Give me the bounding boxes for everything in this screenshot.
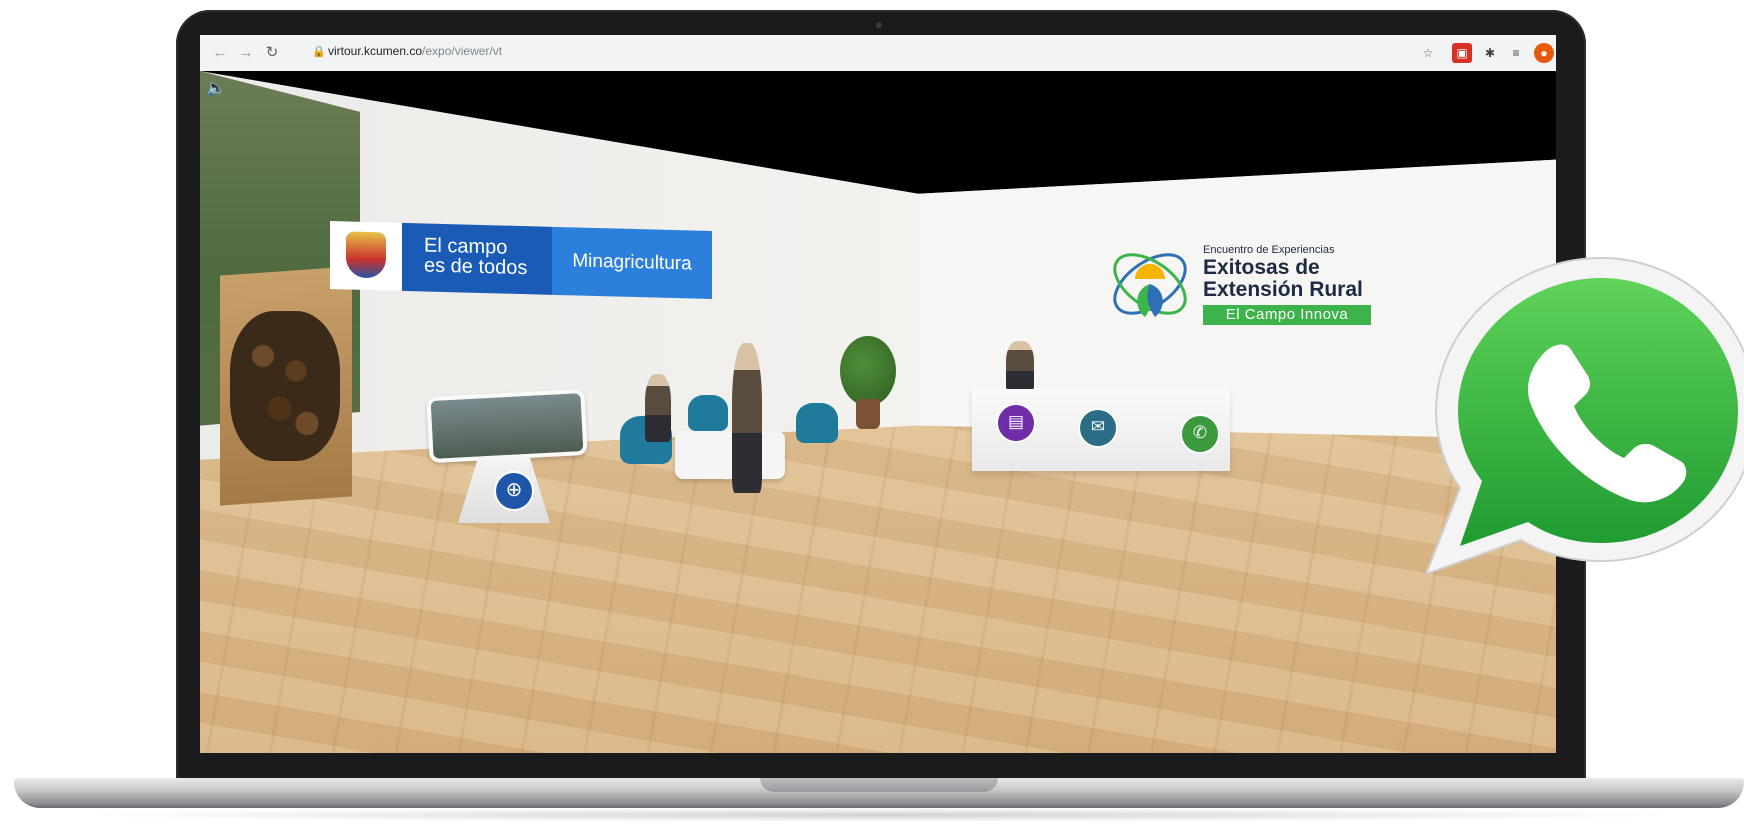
lock-icon[interactable]: 🔒 <box>312 45 326 61</box>
laptop-camera <box>876 22 882 28</box>
url-path: /expo/viewer/vt <box>422 44 503 58</box>
coffee-table <box>675 431 785 479</box>
avatar-standing <box>732 343 762 493</box>
banner-ministry: Minagricultura <box>552 226 712 300</box>
back-icon[interactable]: ← <box>208 41 232 65</box>
whatsapp-icon[interactable] <box>1426 256 1744 616</box>
avatar-seated <box>645 374 671 442</box>
globe-icon[interactable]: ⊕ <box>494 471 534 511</box>
banner-line-2: es de todos <box>424 254 528 280</box>
extension-icon[interactable]: ▣ <box>1452 43 1472 63</box>
chat-icon[interactable]: ✉ <box>1078 408 1118 448</box>
laptop-screen: ← → ↻ 🔒 virtour.kcumen.co/expo/viewer/vt… <box>200 35 1556 753</box>
potted-plant <box>840 336 896 406</box>
reload-icon[interactable]: ↻ <box>260 41 284 65</box>
virtual-tour-viewport[interactable]: 🔈 El campo es de todos Minagricultura En… <box>200 71 1556 753</box>
lounge-chair <box>688 395 728 431</box>
logo-title: Exitosas de Extensión Rural <box>1203 257 1363 301</box>
profile-icon[interactable]: ● <box>1534 43 1554 63</box>
plant-pot <box>856 399 880 429</box>
laptop-notch <box>760 778 998 792</box>
kiosk-screen[interactable] <box>426 388 588 464</box>
browser-toolbar: ← → ↻ 🔒 virtour.kcumen.co/expo/viewer/vt… <box>200 35 1556 72</box>
url-host: virtour.kcumen.co <box>328 44 423 58</box>
whatsapp-small-icon[interactable]: ✆ <box>1180 414 1220 454</box>
star-icon[interactable]: ☆ <box>1418 43 1438 63</box>
media-icon[interactable]: ≡ <box>1506 43 1526 63</box>
logo-kicker: Encuentro de Experiencias <box>1203 244 1335 256</box>
colombia-crest-icon <box>346 231 386 279</box>
logo-title-line-2: Extensión Rural <box>1203 278 1363 301</box>
forward-icon[interactable]: → <box>234 41 258 65</box>
laptop-shadow <box>60 808 1700 822</box>
minagricultura-banner: El campo es de todos Minagricultura <box>330 221 712 300</box>
expo-logo: Encuentro de Experiencias Exitosas de Ex… <box>1105 239 1371 329</box>
banner-slogan: El campo es de todos <box>402 222 552 295</box>
avatar-receptionist <box>1006 341 1034 391</box>
sound-icon[interactable]: 🔈 <box>206 77 230 101</box>
coffee-beans-image <box>230 311 340 461</box>
lounge-chair <box>796 403 838 443</box>
url-text[interactable]: virtour.kcumen.co/expo/viewer/vt <box>328 44 502 58</box>
leaves-logo-icon <box>1113 253 1187 317</box>
pdf-icon[interactable]: ▤ <box>996 403 1036 443</box>
logo-title-line-1: Exitosas de <box>1203 256 1320 279</box>
puzzle-icon[interactable]: ✱ <box>1480 43 1500 63</box>
logo-tagline: El Campo Innova <box>1203 305 1371 325</box>
